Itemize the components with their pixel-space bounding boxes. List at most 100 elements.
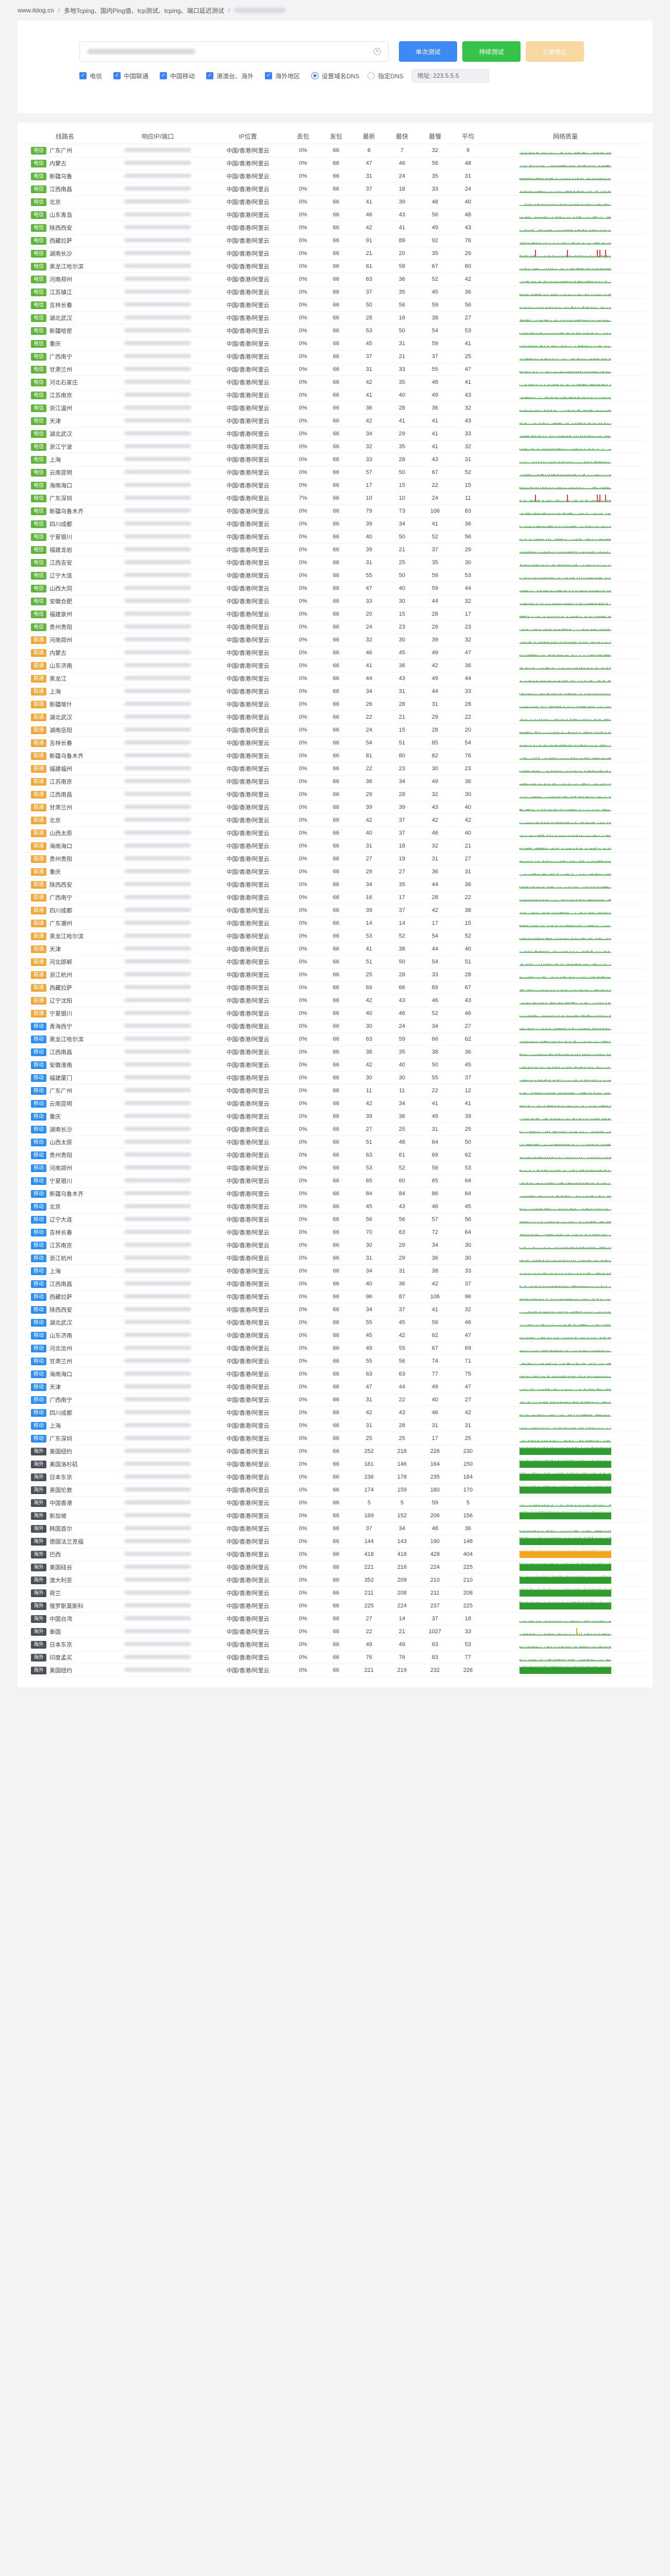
quality-tick (544, 680, 545, 682)
quality-tick (578, 397, 579, 399)
quality-cell (484, 262, 646, 271)
ip-blurred (124, 509, 191, 513)
close-icon[interactable]: × (374, 48, 381, 55)
table-row: 电信 浙江宁波 中国/香港/阿里云 0% 66 32 35 41 32 (24, 440, 646, 453)
quality-tick (573, 449, 574, 450)
header-slowest[interactable]: 最慢 (418, 132, 451, 141)
header-latest[interactable]: 最新 (353, 132, 386, 141)
value-cell: 66 (332, 444, 340, 450)
quality-tick (584, 655, 585, 656)
header-loss[interactable]: 丢包 (287, 132, 320, 141)
line-name: 新疆乌鲁木齐 (49, 509, 83, 515)
single-test-button[interactable]: 单次测试 (399, 41, 457, 62)
header-quality[interactable]: 网络质量 (484, 132, 646, 141)
search-input[interactable]: × (79, 41, 389, 62)
quality-tick (539, 397, 540, 399)
quality-tick (573, 667, 574, 669)
quality-tick (606, 475, 607, 476)
quality-tick (546, 500, 547, 502)
line-cell: 电信 内蒙古 (24, 159, 106, 167)
quality-tick (576, 551, 577, 553)
quality-cell (484, 236, 646, 245)
quality-tick (543, 320, 544, 321)
ip-cell (106, 482, 209, 488)
quality-tick (610, 629, 611, 631)
line-cell: 电信 广东广州 (24, 146, 106, 155)
quality-sparkline (520, 461, 611, 464)
quality-tick (610, 732, 611, 734)
quality-tick (538, 629, 539, 631)
quality-tick (608, 268, 609, 270)
header-fastest[interactable]: 最快 (386, 132, 418, 141)
quality-tick (581, 552, 582, 553)
quality-tick (571, 603, 572, 605)
dns-radio-default[interactable]: 设置域名DNS (311, 72, 359, 80)
quality-tick (572, 204, 573, 206)
value-cell: 31 (365, 366, 373, 372)
quality-tick (579, 319, 580, 321)
header-ip[interactable]: 响应IP/端口 (106, 132, 209, 141)
quality-tick (545, 217, 546, 218)
header-average[interactable]: 平均 (451, 132, 484, 141)
location-cell: 中国/香港/阿里云 (226, 341, 270, 347)
quality-tick (606, 513, 607, 515)
quality-tick (548, 359, 549, 360)
quality-tick (536, 680, 537, 682)
value-cell: 40 (398, 585, 406, 591)
filter-checkbox-3[interactable]: ✓ 港澳台、海外 (206, 72, 254, 80)
value-cell: 39 (365, 521, 373, 527)
quality-tick (607, 243, 608, 244)
quality-tick (539, 422, 540, 425)
quality-tick (543, 668, 544, 669)
quality-cell (484, 391, 646, 400)
quality-tick (609, 205, 610, 206)
quality-tick (538, 230, 539, 231)
quality-tick (573, 577, 574, 579)
quality-tick (609, 745, 610, 747)
continuous-test-button[interactable]: 持续测试 (462, 41, 521, 62)
quality-tick (571, 732, 572, 734)
quality-tick (573, 332, 574, 334)
breadcrumb-current[interactable]: 多地Tcping、国内Ping值、tcp测试、tcping、端口延迟测试 (64, 6, 224, 15)
quality-tick (581, 153, 582, 154)
filter-checkbox-2[interactable]: ✓ 中国移动 (160, 72, 195, 80)
quality-tick (544, 501, 545, 502)
quality-tick (548, 500, 549, 502)
dns-radio-custom[interactable]: 指定DNS (367, 72, 404, 80)
value-cell: 66 (332, 379, 340, 385)
quality-tick (549, 551, 550, 553)
filter-checkbox-4[interactable]: ✓ 海外地区 (265, 72, 300, 80)
filter-checkbox-1[interactable]: ✓ 中国联通 (113, 72, 148, 80)
value-cell: 0% (299, 405, 307, 411)
breadcrumb-home[interactable]: www.itdog.cn (18, 7, 54, 14)
quality-tick (575, 719, 576, 721)
header-sent[interactable]: 发包 (320, 132, 353, 141)
quality-tick (581, 230, 582, 231)
quality-tick (579, 165, 580, 167)
quality-tick (575, 294, 576, 296)
quality-tick (571, 204, 572, 206)
quality-tick (544, 423, 545, 425)
header-line[interactable]: 线路名 (24, 132, 106, 141)
quality-tick (584, 281, 585, 283)
quality-tick (546, 693, 547, 695)
quality-cell (484, 197, 646, 207)
quality-tick (577, 152, 578, 154)
quality-tick (544, 487, 545, 489)
quality-tick (545, 152, 546, 154)
quality-tick (548, 346, 549, 347)
dns-address-field[interactable]: 地址: 223.5.5.5 (411, 69, 489, 82)
stop-button[interactable]: 立即停止 (526, 41, 584, 62)
quality-tick (539, 616, 540, 618)
quality-tick (579, 345, 580, 347)
quality-tick (544, 655, 545, 656)
quality-tick (552, 216, 553, 218)
header-location[interactable]: IP位置 (209, 132, 287, 141)
value-cell: 9 (466, 147, 470, 154)
quality-tick (542, 667, 543, 669)
quality-tick (584, 294, 585, 296)
quality-tick (579, 706, 580, 708)
filter-checkbox-0[interactable]: ✓ 电信 (79, 72, 102, 80)
quality-tick (603, 448, 604, 450)
quality-tick (539, 732, 540, 734)
